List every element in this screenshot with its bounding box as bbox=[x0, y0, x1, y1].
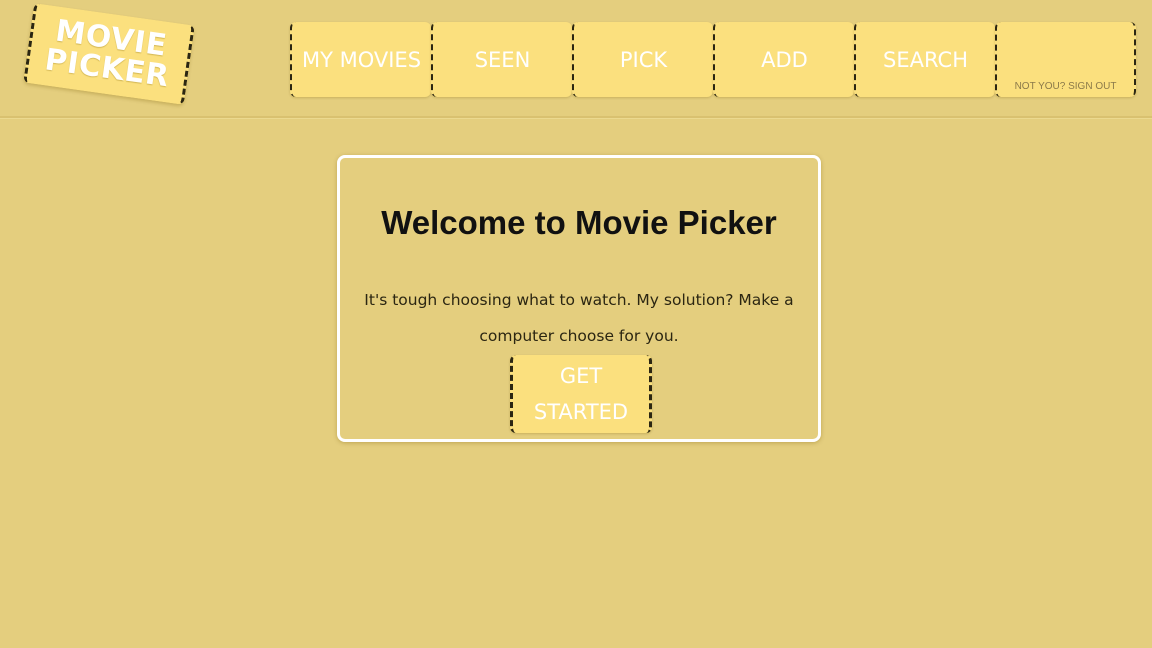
nav-my-movies[interactable]: MY MOVIES bbox=[290, 22, 431, 97]
welcome-title: Welcome to Movie Picker bbox=[381, 204, 777, 241]
logo[interactable]: MOVIE PICKER bbox=[23, 3, 195, 105]
nav-bar: MY MOVIES SEEN PICK ADD SEARCH NOT YOU? … bbox=[290, 22, 1136, 97]
nav-seen-label: SEEN bbox=[474, 47, 531, 72]
nav-search[interactable]: SEARCH bbox=[854, 22, 995, 97]
nav-search-label: SEARCH bbox=[883, 47, 968, 72]
nav-add[interactable]: ADD bbox=[713, 22, 854, 97]
nav-pick-label: PICK bbox=[619, 47, 668, 72]
nav-add-label: ADD bbox=[761, 47, 808, 72]
nav-my-movies-label: MY MOVIES bbox=[301, 47, 422, 72]
get-started-label: GET STARTED bbox=[533, 364, 629, 424]
sign-out-link[interactable]: NOT YOU? SIGN OUT bbox=[1015, 81, 1117, 92]
nav-sign-out[interactable]: NOT YOU? SIGN OUT bbox=[995, 22, 1136, 97]
get-started-button[interactable]: GET STARTED bbox=[510, 355, 652, 433]
nav-seen[interactable]: SEEN bbox=[431, 22, 572, 97]
page: MOVIE PICKER MY MOVIES SEEN PICK ADD SEA… bbox=[0, 0, 1152, 648]
nav-pick[interactable]: PICK bbox=[572, 22, 713, 97]
header: MOVIE PICKER MY MOVIES SEEN PICK ADD SEA… bbox=[0, 0, 1152, 118]
welcome-card: Welcome to Movie Picker It's tough choos… bbox=[337, 155, 821, 442]
welcome-description: It's tough choosing what to watch. My so… bbox=[364, 291, 794, 345]
